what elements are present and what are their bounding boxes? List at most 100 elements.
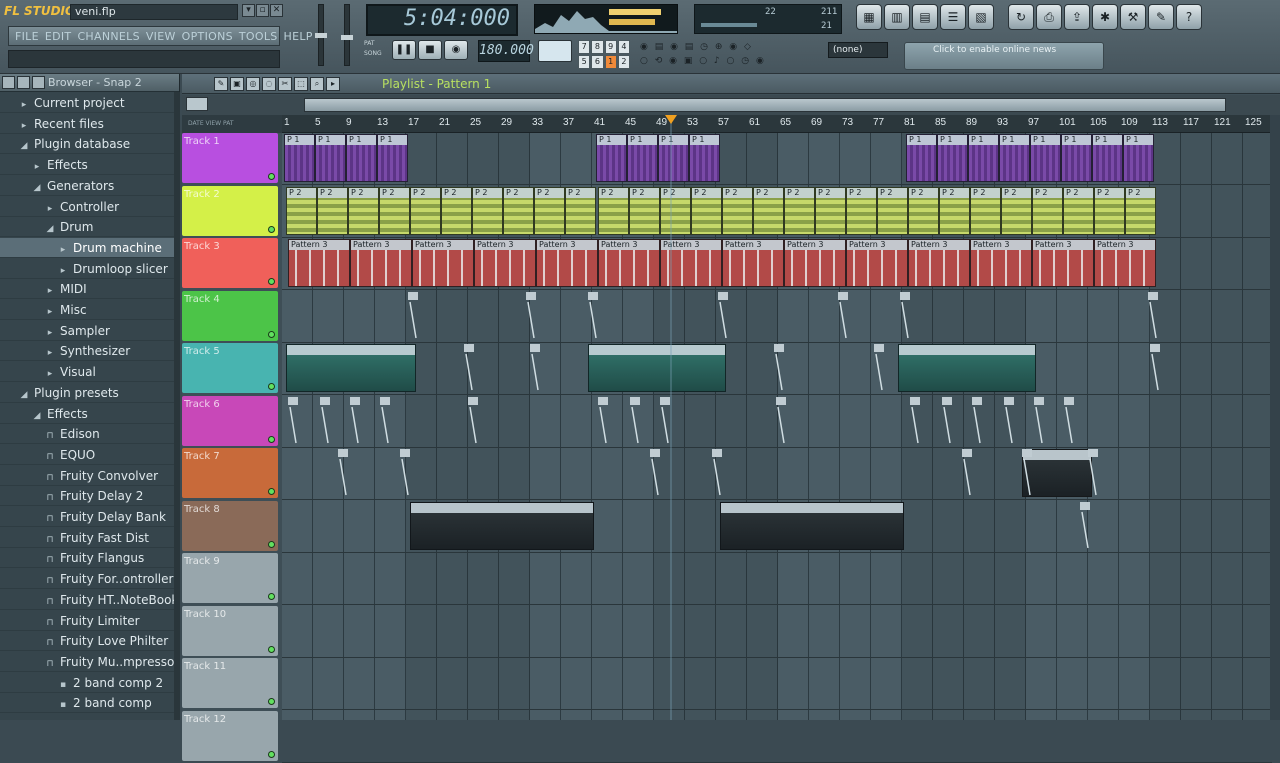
- pattern-clip[interactable]: P 2: [348, 186, 379, 235]
- automation-clip[interactable]: [776, 396, 786, 445]
- stop-button[interactable]: ■: [418, 40, 442, 60]
- pattern-clip[interactable]: Pattern 3: [598, 239, 660, 287]
- browser-item[interactable]: ▸ Synthesizer: [0, 341, 174, 362]
- browser-item[interactable]: ▸ Controller: [0, 197, 174, 217]
- browser-item[interactable]: ⊓ Fruity Delay 2: [0, 486, 174, 507]
- master-pitch-slider[interactable]: [341, 4, 353, 66]
- automation-clip[interactable]: [942, 396, 952, 445]
- pattern-clip[interactable]: P 2: [503, 186, 534, 235]
- pattern-clip[interactable]: Pattern 3: [288, 239, 350, 287]
- close-button[interactable]: ✕: [270, 4, 283, 17]
- loop-button[interactable]: ↻: [1008, 4, 1034, 30]
- browser-item[interactable]: ⊓ Fruity For..ontroller: [0, 569, 174, 590]
- pattern-clip[interactable]: P 2: [1094, 186, 1125, 235]
- option-toggles[interactable]: ◉ ▤ ◉ ▤ ◷ ⊕ ◉ ◇ ○ ⟲ ◉ ▣ ○ ♪ ○ ◷ ◉: [640, 40, 820, 72]
- track-header[interactable]: Track 8: [182, 500, 278, 551]
- pattern-clip[interactable]: Pattern 3: [722, 239, 784, 287]
- playlist-vertical-scrollbar[interactable]: [1270, 115, 1280, 720]
- pattern-clip[interactable]: Pattern 3: [474, 239, 536, 287]
- pattern-clip[interactable]: P 2: [441, 186, 472, 235]
- browser-scrollbar[interactable]: [174, 92, 180, 720]
- track-mute-led[interactable]: [268, 278, 275, 285]
- zoom-tool-icon[interactable]: ⌕: [310, 77, 324, 91]
- browser-item[interactable]: ⊓ Fruity Flangus: [0, 548, 174, 569]
- menu-edit[interactable]: EDIT: [45, 30, 72, 43]
- tempo-display[interactable]: 180.000: [478, 40, 534, 62]
- track-mute-led[interactable]: [268, 645, 275, 653]
- automation-clip[interactable]: [718, 291, 728, 340]
- track-header[interactable]: Track 6: [182, 395, 278, 446]
- track-mute-led[interactable]: [268, 173, 275, 180]
- pattern-clip[interactable]: P 1: [906, 134, 937, 182]
- automation-clip[interactable]: [972, 396, 982, 445]
- pattern-clip[interactable]: P 1: [937, 134, 968, 182]
- browser-item[interactable]: ⊓ EQUO: [0, 445, 174, 465]
- numpad-key-4[interactable]: 4: [617, 40, 630, 54]
- track-mute-led[interactable]: [268, 383, 275, 390]
- menu-tools[interactable]: TOOLS: [239, 30, 278, 43]
- numpad-key-7[interactable]: 7: [578, 40, 591, 54]
- pat-mode-label[interactable]: PAT: [364, 40, 375, 47]
- automation-clip[interactable]: [464, 344, 474, 392]
- automation-clip[interactable]: [380, 396, 390, 445]
- pattern-clip[interactable]: P 1: [689, 134, 720, 182]
- pattern-clip[interactable]: [286, 344, 416, 392]
- track-header[interactable]: Track 11: [182, 658, 278, 708]
- pattern-clip[interactable]: P 2: [1001, 186, 1032, 235]
- pattern-clip[interactable]: P 1: [284, 134, 315, 182]
- mixer-window-button[interactable]: ☰: [940, 4, 966, 30]
- track-mute-led[interactable]: [268, 488, 275, 495]
- piano-roll-window-button[interactable]: ▥: [884, 4, 910, 30]
- pattern-clip[interactable]: P 1: [596, 134, 627, 182]
- playlist-view-button[interactable]: [186, 97, 208, 111]
- pattern-clip[interactable]: P 1: [999, 134, 1030, 182]
- automation-clip[interactable]: [1034, 396, 1044, 445]
- numpad-key-1[interactable]: 1: [604, 55, 617, 69]
- pattern-clip[interactable]: P 2: [691, 186, 722, 235]
- channel-rack-window-button[interactable]: ▤: [912, 4, 938, 30]
- browser-item[interactable]: ▸ Current project: [0, 93, 174, 113]
- select-tool-icon[interactable]: ⬚: [294, 77, 308, 91]
- save-button[interactable]: ⎙: [1036, 4, 1062, 30]
- track-mute-led[interactable]: [268, 435, 275, 443]
- playhead-marker[interactable]: [665, 115, 677, 124]
- snap-select[interactable]: (none): [828, 42, 888, 58]
- browser-item[interactable]: ◢ Generators: [0, 176, 174, 196]
- pattern-selector[interactable]: [538, 40, 572, 62]
- numpad-key-6[interactable]: 6: [591, 55, 604, 69]
- browser-item[interactable]: ⊓ Fruity Limiter: [0, 611, 174, 631]
- automation-clip[interactable]: [408, 291, 418, 340]
- browser-item[interactable]: ◢ Plugin presets: [0, 383, 174, 403]
- browser-item[interactable]: ▸ Misc: [0, 300, 174, 320]
- track-mute-led[interactable]: [268, 330, 275, 338]
- pattern-clip[interactable]: P 2: [1032, 186, 1063, 235]
- playlist-window-button[interactable]: ▦: [856, 4, 882, 30]
- pattern-clip[interactable]: P 1: [315, 134, 346, 182]
- song-position-display[interactable]: 5:04:000: [366, 4, 518, 36]
- pattern-clip[interactable]: Pattern 3: [350, 239, 412, 287]
- pattern-clip[interactable]: P 2: [753, 186, 784, 235]
- pattern-clip[interactable]: P 2: [660, 186, 691, 235]
- track-mute-led[interactable]: [268, 750, 275, 758]
- automation-clip[interactable]: [630, 396, 640, 445]
- draw-tool-icon[interactable]: ✎: [214, 77, 228, 91]
- pattern-clip[interactable]: P 2: [565, 186, 596, 235]
- track-mute-led[interactable]: [268, 540, 275, 548]
- automation-clip[interactable]: [1150, 344, 1160, 392]
- maximize-button[interactable]: ▫: [256, 4, 269, 17]
- numpad-key-5[interactable]: 5: [578, 55, 591, 69]
- automation-clip[interactable]: [1088, 449, 1098, 497]
- browser-item[interactable]: ⊓ Fruity Fast Dist: [0, 528, 174, 548]
- menu-file[interactable]: FILE: [15, 30, 39, 43]
- browser-item[interactable]: ⊓ Fruity Delay Bank: [0, 507, 174, 527]
- pattern-clip[interactable]: P 2: [784, 186, 815, 235]
- pattern-clip[interactable]: P 2: [815, 186, 846, 235]
- browser-item[interactable]: ▸ Drum machine: [0, 237, 174, 258]
- pattern-clip[interactable]: P 1: [1061, 134, 1092, 182]
- pattern-clip[interactable]: [720, 501, 904, 550]
- automation-clip[interactable]: [1080, 501, 1090, 550]
- automation-clip[interactable]: [530, 344, 540, 392]
- automation-clip[interactable]: [350, 396, 360, 445]
- browser-item[interactable]: ⊓ Fruity Love Philter: [0, 631, 174, 652]
- notes-button[interactable]: ✎: [1148, 4, 1174, 30]
